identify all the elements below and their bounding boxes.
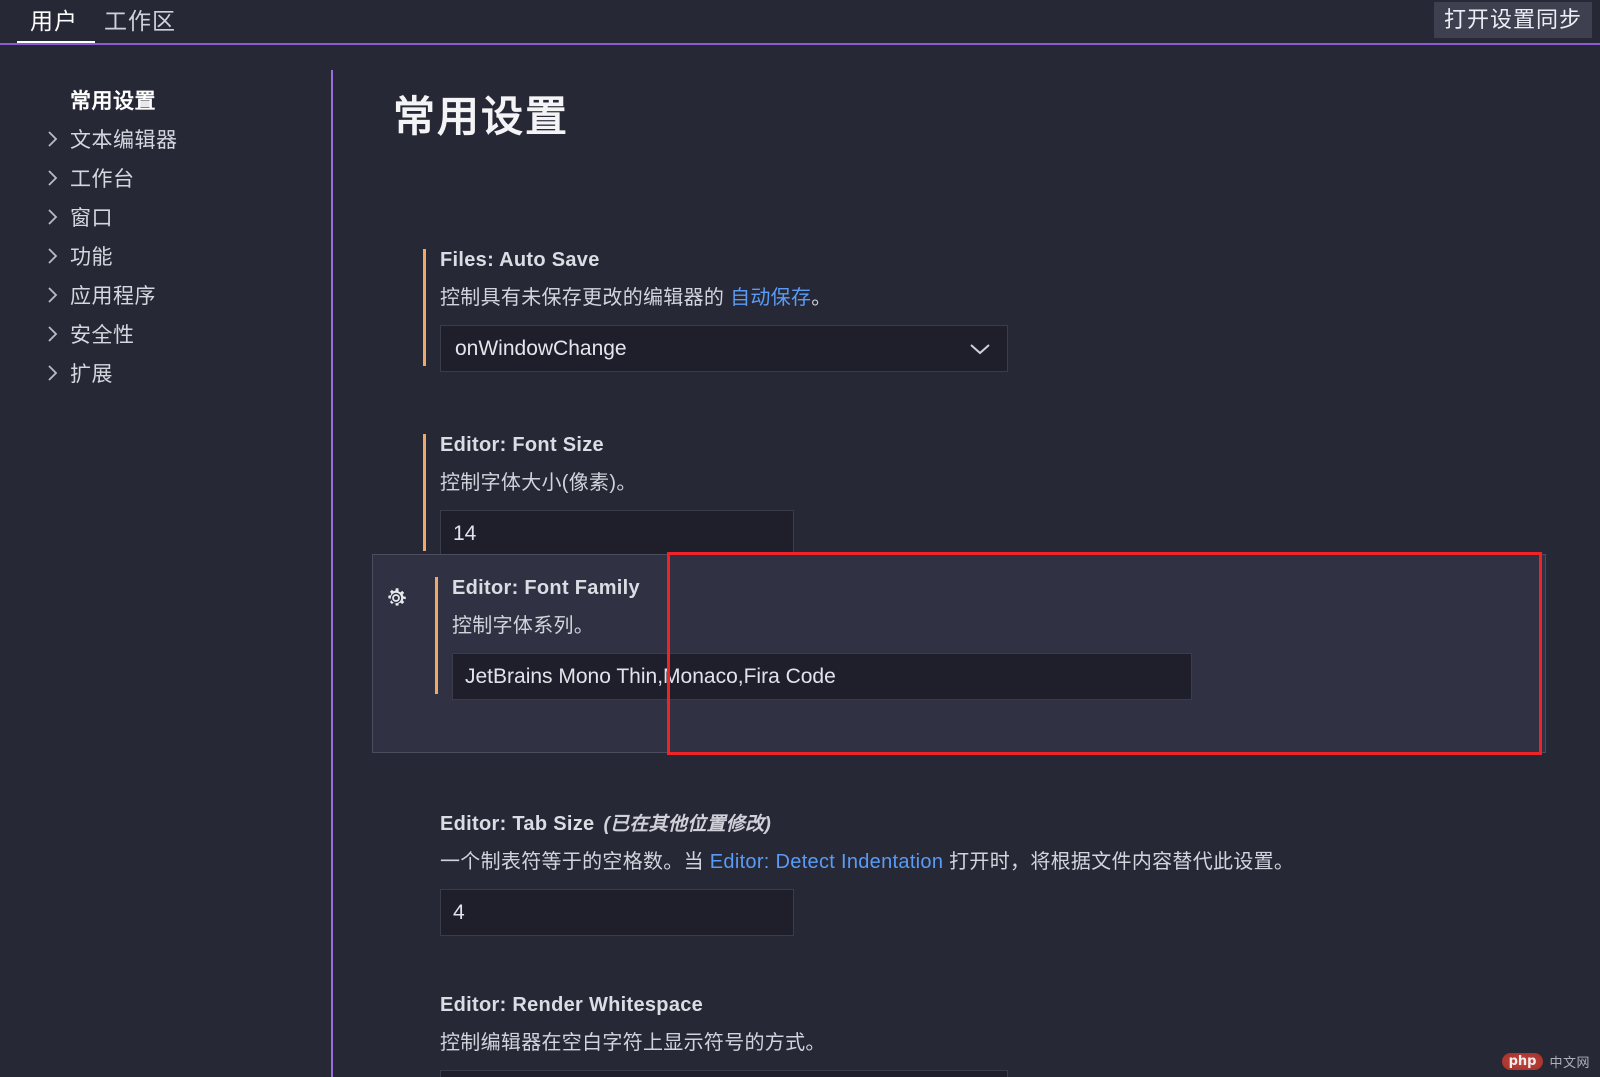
tab-size-input[interactable]: [440, 889, 794, 936]
sidebar-item-extensions[interactable]: 扩展: [0, 353, 331, 392]
desc-link-detect-indentation[interactable]: Editor: Detect Indentation: [710, 851, 944, 873]
sidebar-item-text-editor[interactable]: 文本编辑器: [0, 119, 331, 158]
chevron-right-icon: [44, 247, 62, 265]
font-size-input[interactable]: [440, 510, 794, 557]
tab-workspace[interactable]: 工作区: [91, 0, 189, 42]
setting-title: Files: Auto Save: [440, 249, 600, 271]
sidebar-item-label: 工作台: [70, 167, 135, 191]
sidebar-item-security[interactable]: 安全性: [0, 314, 331, 353]
sidebar-item-label: 扩展: [70, 362, 113, 386]
watermark-text: 中文网: [1549, 1055, 1590, 1070]
modified-indicator: [423, 434, 426, 551]
chevron-right-icon: [44, 325, 62, 343]
setting-title: Editor: Render Whitespace: [440, 994, 704, 1016]
setting-title-text: Editor: Tab Size: [440, 813, 595, 835]
auto-save-dropdown[interactable]: onWindowChange: [440, 325, 1008, 372]
chevron-right-icon: [44, 130, 62, 148]
desc-text-before: 一个制表符等于的空格数。当: [440, 851, 710, 873]
setting-description: 控制字体大小(像素)。: [440, 472, 637, 494]
setting-editor-render-whitespace: Editor: Render Whitespace 控制编辑器在空白字符上显示符…: [423, 994, 1008, 1077]
setting-files-auto-save: Files: Auto Save 控制具有未保存更改的编辑器的 自动保存。 on…: [423, 249, 1008, 372]
watermark-badge: php: [1501, 1053, 1544, 1070]
sidebar-item-application[interactable]: 应用程序: [0, 275, 331, 314]
settings-window: 用户 工作区 打开设置同步 常用设置 文本编辑器 工作台 窗口 功能 应用程序 …: [0, 0, 1600, 1077]
sidebar-item-label: 应用程序: [70, 284, 156, 308]
setting-description: 控制具有未保存更改的编辑器的 自动保存。: [440, 281, 1008, 310]
setting-title: Editor: Font Family: [452, 577, 640, 599]
settings-toc: 常用设置 文本编辑器 工作台 窗口 功能 应用程序 安全性 扩展: [0, 45, 331, 1077]
tab-user[interactable]: 用户: [17, 0, 91, 42]
setting-description: 一个制表符等于的空格数。当 Editor: Detect Indentation…: [440, 845, 1294, 874]
tab-workspace-label: 工作区: [104, 8, 176, 34]
font-family-setting-body: Editor: Font Family 控制字体系列。: [435, 577, 1545, 700]
setting-editor-tab-size: Editor: Tab Size (已在其他位置修改) 一个制表符等于的空格数。当…: [423, 809, 1294, 936]
setting-title-note: (已在其他位置修改): [603, 814, 772, 835]
tab-user-label: 用户: [30, 8, 78, 34]
setting-title: Editor: Font Size: [440, 434, 604, 456]
setting-description: 控制字体系列。: [452, 615, 595, 637]
chevron-right-icon: [44, 208, 62, 226]
setting-editor-font-family[interactable]: Editor: Font Family 控制字体系列。: [372, 554, 1546, 753]
sidebar-item-window[interactable]: 窗口: [0, 197, 331, 236]
sidebar-item-label: 功能: [70, 245, 113, 269]
modified-indicator: [435, 577, 438, 694]
setting-description: 控制编辑器在空白字符上显示符号的方式。: [440, 1032, 826, 1054]
render-whitespace-dropdown[interactable]: selection: [440, 1070, 1008, 1077]
sidebar-item-label: 常用设置: [70, 89, 156, 113]
desc-link-auto-save[interactable]: 自动保存: [730, 287, 811, 309]
watermark: php 中文网: [1501, 1052, 1590, 1071]
setting-editor-font-size: Editor: Font Size 控制字体大小(像素)。: [423, 434, 794, 557]
sidebar-item-label: 文本编辑器: [70, 128, 178, 152]
settings-list: 常用设置 Files: Auto Save 控制具有未保存更改的编辑器的 自动保…: [333, 45, 1600, 1077]
desc-text-before: 控制具有未保存更改的编辑器的: [440, 287, 731, 309]
settings-tabbar: 用户 工作区 打开设置同步: [0, 0, 1600, 44]
desc-text-after: 打开时，将根据文件内容替代此设置。: [943, 851, 1295, 873]
sidebar-item-workbench[interactable]: 工作台: [0, 158, 331, 197]
modified-indicator: [423, 249, 426, 366]
chevron-down-icon: [969, 342, 991, 356]
chevron-right-icon: [44, 364, 62, 382]
chevron-right-icon: [44, 169, 62, 187]
sidebar-item-label: 安全性: [70, 323, 135, 347]
font-family-input[interactable]: [452, 653, 1192, 700]
page-title: 常用设置: [393, 93, 570, 140]
scope-tabs: 用户 工作区: [17, 0, 189, 42]
gear-icon[interactable]: [383, 585, 409, 611]
sidebar-item-features[interactable]: 功能: [0, 236, 331, 275]
open-settings-sync-button[interactable]: 打开设置同步: [1433, 2, 1592, 38]
chevron-right-icon: [44, 286, 62, 304]
desc-text-after: 。: [811, 287, 832, 309]
auto-save-value: onWindowChange: [455, 336, 627, 360]
sidebar-item-common-settings[interactable]: 常用设置: [0, 80, 331, 119]
sidebar-item-label: 窗口: [70, 206, 113, 230]
setting-title: Editor: Tab Size (已在其他位置修改): [440, 809, 1294, 836]
